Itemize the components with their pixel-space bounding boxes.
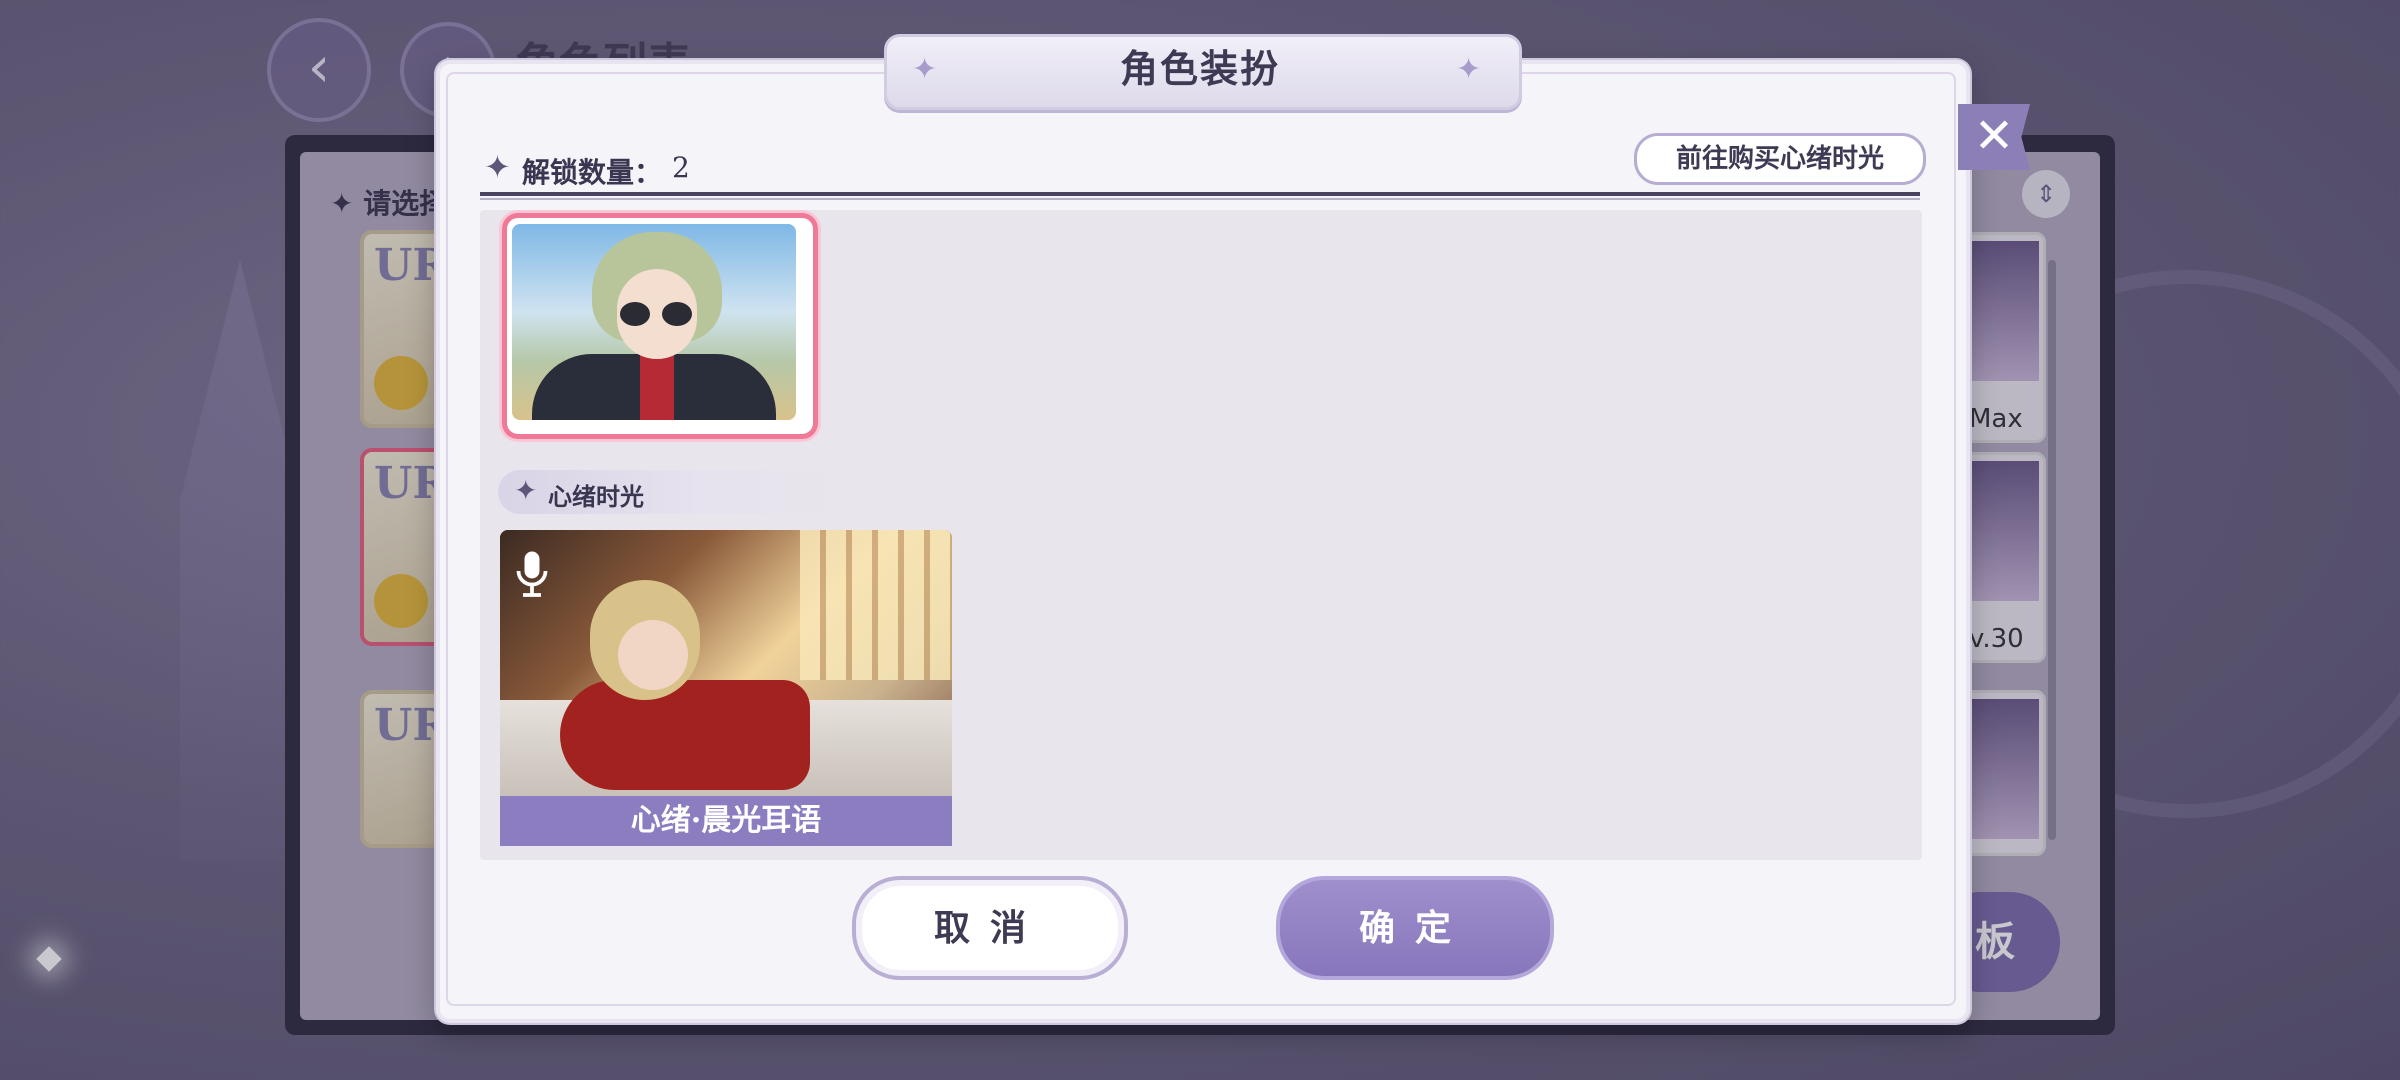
- confirm-button[interactable]: 确定: [1276, 876, 1554, 980]
- star-icon: ✦: [514, 474, 538, 507]
- buy-mood-moment-button[interactable]: 前往购买心绪时光: [1634, 133, 1926, 185]
- microphone-icon: [516, 551, 548, 597]
- divider: [480, 192, 1920, 196]
- section-title: 心绪时光: [548, 482, 644, 511]
- dialog-title: 角色装扮: [1119, 46, 1280, 91]
- unlock-count-label: 解锁数量：: [522, 156, 663, 189]
- cancel-button[interactable]: 取消: [852, 876, 1128, 980]
- divider: [480, 198, 1920, 200]
- star-icon: ✦: [484, 148, 511, 186]
- unlock-count-value: 2: [672, 151, 690, 184]
- mood-moment-image: [500, 530, 952, 798]
- costume-portrait[interactable]: [512, 224, 796, 420]
- mood-moment-title: 心绪·晨光耳语: [500, 796, 952, 846]
- close-icon[interactable]: ✕: [1958, 104, 2030, 170]
